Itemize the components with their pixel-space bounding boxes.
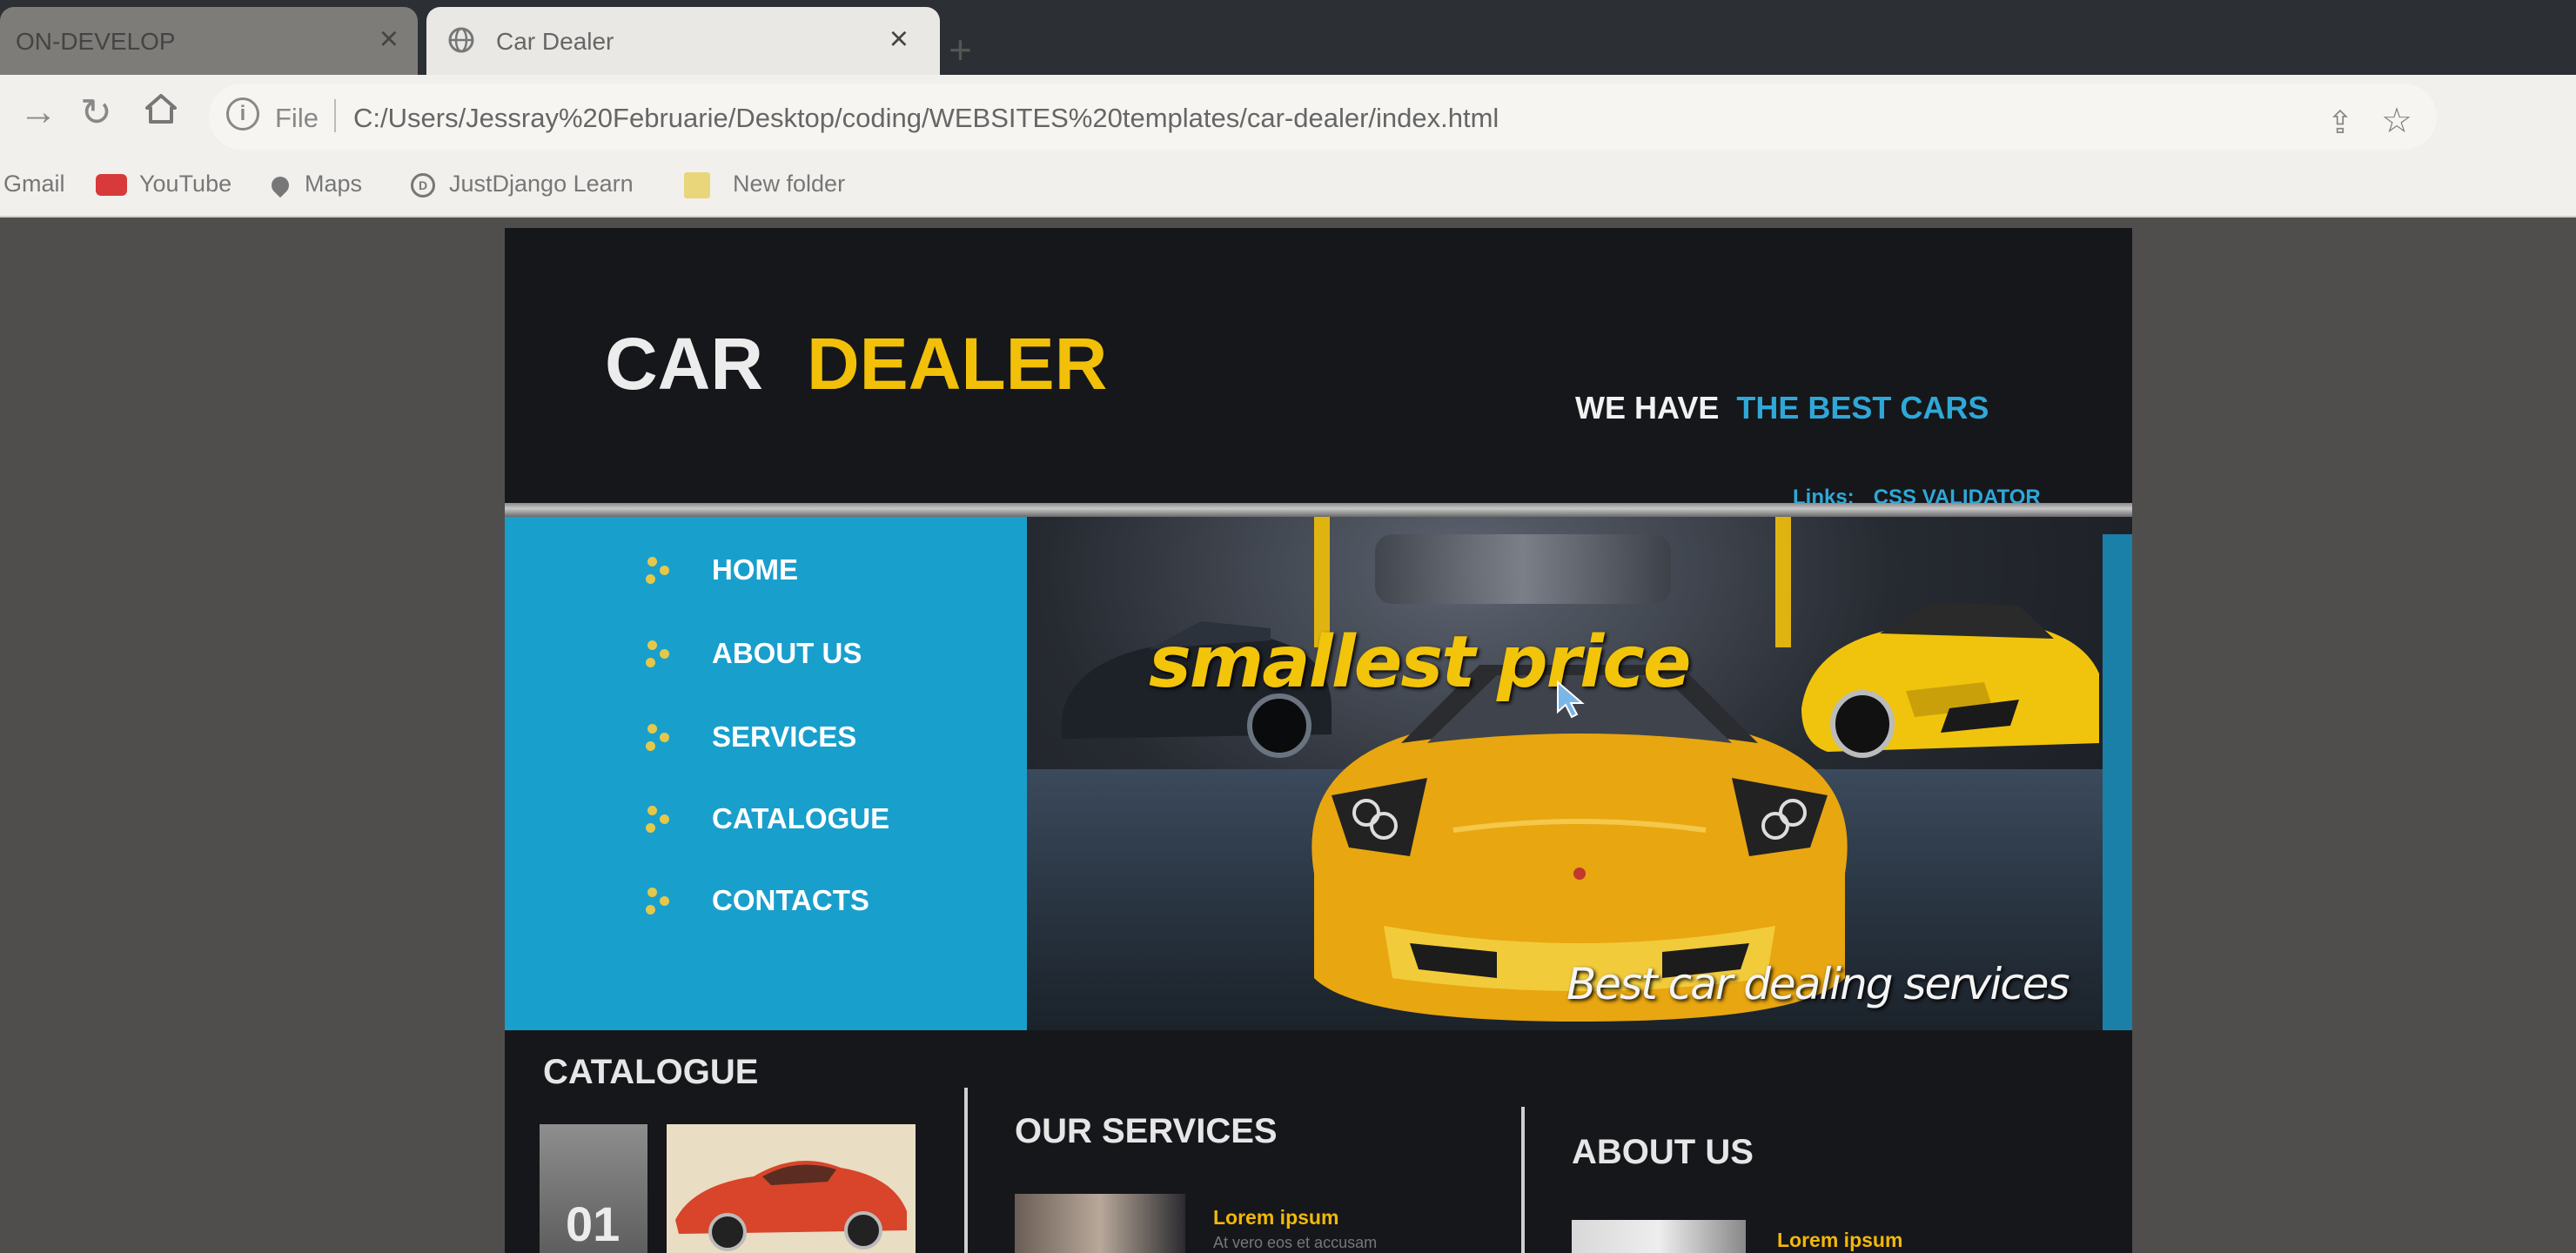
hero-title: smallest price <box>1149 621 1691 704</box>
bullet-icon <box>644 722 675 754</box>
tab-title: Car Dealer <box>496 28 614 55</box>
justdjango-icon: D <box>411 172 435 198</box>
about-thumbnail[interactable] <box>1572 1220 1746 1253</box>
hero-subtitle: Best car dealing services <box>1566 959 2070 1009</box>
bookmark-youtube[interactable]: YouTube <box>96 171 231 198</box>
nav-label: SERVICES <box>712 720 857 753</box>
star-icon[interactable]: ☆ <box>2381 101 2412 141</box>
service-item-text: At vero eos et accusam <box>1213 1234 1378 1251</box>
browser-toolbar: → ↻ i File C:/Users/Jessray%20Februarie/… <box>0 75 2576 158</box>
bullet-icon <box>644 804 675 835</box>
red-car-image <box>675 1161 907 1251</box>
bookmarks-bar: Gmail YouTube Maps D JustDjango Learn New… <box>0 158 2576 218</box>
youtube-icon <box>96 174 127 197</box>
service-item-title[interactable]: Lorem ipsum <box>1213 1206 1338 1230</box>
site-slogan: WE HAVE THE BEST CARS <box>1575 390 1989 426</box>
tab-title: ON-DEVELOP <box>16 28 176 55</box>
bookmark-label: New folder <box>733 171 846 197</box>
new-tab-icon[interactable]: + <box>949 26 972 73</box>
showroom-crowd <box>1375 534 1671 604</box>
header-divider <box>505 503 2132 517</box>
bookmark-label: Maps <box>305 171 363 197</box>
bookmark-label: YouTube <box>139 171 232 197</box>
mouse-cursor-icon <box>1557 680 1585 719</box>
close-tab-icon[interactable]: × <box>379 21 399 58</box>
site-logo[interactable]: CAR DEALER <box>605 322 1107 406</box>
bullet-icon <box>644 555 675 586</box>
folder-icon <box>684 171 710 198</box>
url-text[interactable]: C:/Users/Jessray%20Februarie/Desktop/cod… <box>353 103 1499 134</box>
catalogue-item-number-box: 01 <box>540 1124 647 1253</box>
url-separator <box>334 99 336 132</box>
globe-icon <box>448 27 474 53</box>
nav-label: CATALOGUE <box>712 802 890 834</box>
bookmark-gmail[interactable]: Gmail <box>3 171 65 198</box>
about-item-title[interactable]: Lorem ipsum <box>1777 1229 1902 1252</box>
address-bar[interactable]: i File C:/Users/Jessray%20Februarie/Desk… <box>209 84 2437 150</box>
logo-word-dealer: DEALER <box>807 323 1108 405</box>
bookmark-new-folder[interactable]: New folder <box>684 171 845 198</box>
map-pin-icon <box>267 172 293 198</box>
catalogue-thumbnail[interactable] <box>667 1124 916 1253</box>
column-divider <box>964 1088 968 1253</box>
bullet-icon <box>644 639 675 670</box>
bookmark-label: JustDjango Learn <box>449 171 634 197</box>
services-heading: OUR SERVICES <box>1015 1112 1278 1150</box>
url-scheme-label: File <box>275 103 319 133</box>
tab-car-dealer[interactable]: Car Dealer × <box>426 7 940 75</box>
nav-label: HOME <box>712 553 798 586</box>
catalogue-heading: CATALOGUE <box>543 1053 759 1091</box>
main-navigation: HOME ABOUT US SERVICES CATALOGUE CONTACT… <box>505 517 1027 1030</box>
bullet-icon <box>644 886 675 917</box>
catalogue-item-number: 01 <box>566 1196 621 1251</box>
service-thumbnail[interactable] <box>1015 1194 1185 1253</box>
nav-label: ABOUT US <box>712 637 862 669</box>
bookmark-justdjango[interactable]: D JustDjango Learn <box>411 171 634 198</box>
logo-word-car: CAR <box>605 323 763 405</box>
reload-icon[interactable]: ↻ <box>80 90 112 135</box>
close-tab-icon[interactable]: × <box>889 21 909 58</box>
slogan-part-2: THE BEST CARS <box>1736 390 1989 425</box>
nav-label: CONTACTS <box>712 884 869 916</box>
home-icon[interactable] <box>141 89 181 129</box>
bookmark-maps[interactable]: Maps <box>267 171 363 198</box>
back-arrow-icon[interactable]: → <box>19 90 57 134</box>
web-page: CAR DEALER WE HAVE THE BEST CARS Links: CSS… <box>505 228 2132 1253</box>
share-icon[interactable]: ⇪ <box>2327 104 2353 141</box>
column-divider <box>1521 1107 1525 1253</box>
hero-banner: smallest price Best car dealing services <box>1027 517 2132 1030</box>
slogan-part-1: WE HAVE <box>1575 390 1720 425</box>
tab-on-develop[interactable]: ON-DEVELOP × <box>0 7 418 75</box>
banner-edge <box>2103 534 2132 1030</box>
tab-strip: ON-DEVELOP × Car Dealer × + ⌄ <box>0 0 2576 105</box>
about-heading: ABOUT US <box>1572 1133 1754 1171</box>
info-icon[interactable]: i <box>226 97 259 131</box>
